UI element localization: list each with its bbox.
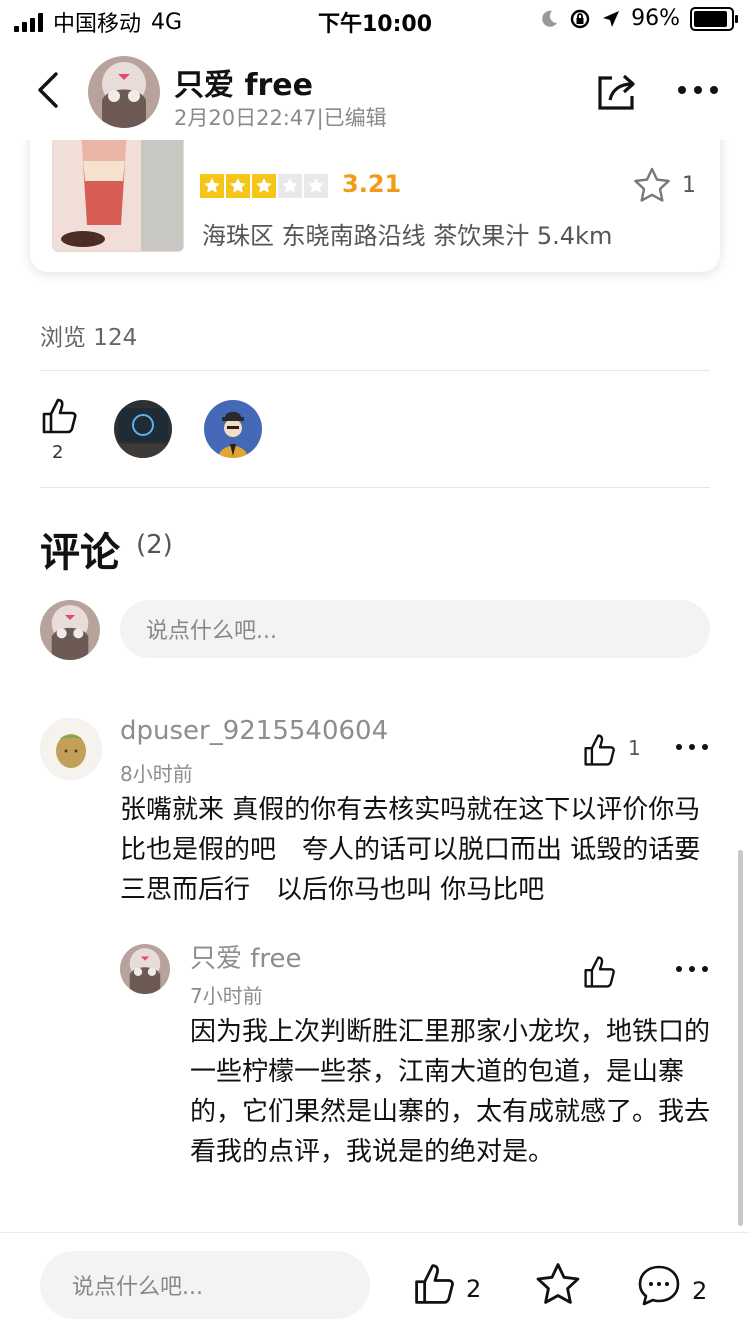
thumbs-up-icon[interactable] xyxy=(412,1261,458,1307)
like-count: 2 xyxy=(52,442,64,463)
bottom-like-count: 2 xyxy=(466,1275,482,1303)
shop-rating: 3.21 xyxy=(342,170,402,198)
comment-like-icon[interactable] xyxy=(582,732,618,768)
reply-avatar[interactable] xyxy=(120,944,170,994)
reply-like-icon[interactable] xyxy=(582,954,618,990)
thumbs-up-icon[interactable] xyxy=(40,396,80,436)
bottom-comment-count: 2 xyxy=(692,1277,708,1305)
reply-time: 7小时前 xyxy=(190,984,263,1008)
post-header: 只爱 free 2月20日22:47|已编辑 xyxy=(0,50,750,140)
rotation-lock-icon xyxy=(570,9,590,28)
liker-avatar[interactable] xyxy=(114,400,172,458)
favorite-star-icon[interactable] xyxy=(632,166,672,206)
star-icon xyxy=(252,174,276,198)
shop-stars xyxy=(200,174,328,198)
shop-info: 海珠区 东晓南路沿线 茶饮果汁 5.4km xyxy=(202,222,613,250)
star-icon xyxy=(304,174,328,198)
comments-title: 评论 xyxy=(40,530,120,576)
moon-icon xyxy=(542,10,558,27)
shop-image xyxy=(52,130,184,252)
star-icon xyxy=(200,174,224,198)
divider xyxy=(40,370,710,371)
post-meta: 2月20日22:47|已编辑 xyxy=(174,106,387,130)
scrollbar[interactable] xyxy=(738,850,743,1226)
bottom-comment-input[interactable]: 说点什么吧... xyxy=(40,1251,370,1319)
reply-more-icon[interactable] xyxy=(674,962,710,976)
author-avatar[interactable] xyxy=(88,56,160,128)
more-icon[interactable] xyxy=(674,80,722,100)
star-icon xyxy=(226,174,250,198)
comment-more-icon[interactable] xyxy=(674,740,710,754)
comments-count: (2) xyxy=(136,530,173,560)
reply-author[interactable]: 只爱 free xyxy=(190,938,302,975)
bottom-action-bar: 说点什么吧... 2 2 xyxy=(0,1232,750,1335)
comment-time: 8小时前 xyxy=(120,762,193,786)
comment-input[interactable]: 说点什么吧... xyxy=(120,600,710,658)
comment-bubble-icon[interactable] xyxy=(636,1263,682,1309)
status-bar: 中国移动 4G 下午10:00 96% xyxy=(0,0,750,40)
comment-text: 张嘴就来 真假的你有去核实吗就在这下以评价你马比也是假的吧 夸人的话可以脱口而出… xyxy=(120,795,701,905)
location-arrow-icon xyxy=(603,10,620,27)
commenter-avatar[interactable] xyxy=(40,718,102,780)
status-right: 96% xyxy=(539,6,738,31)
star-icon xyxy=(278,174,302,198)
back-icon[interactable] xyxy=(30,70,70,110)
view-count: 浏览 124 xyxy=(40,325,138,351)
current-user-avatar xyxy=(40,600,100,660)
reply-text: 因为我上次判断胜汇里那家小龙坎，地铁口的一些柠檬一些茶，江南大道的包道，是山寨的… xyxy=(190,1017,711,1167)
star-icon[interactable] xyxy=(534,1261,582,1309)
comment-like-count: 1 xyxy=(628,736,641,760)
author-name[interactable]: 只爱 free xyxy=(174,60,313,104)
share-icon[interactable] xyxy=(592,68,640,116)
commenter-name[interactable]: dpuser_9215540604 xyxy=(120,716,388,746)
favorite-count: 1 xyxy=(682,173,696,198)
battery-icon xyxy=(690,6,738,31)
divider xyxy=(40,487,710,488)
liker-avatar[interactable] xyxy=(204,400,262,458)
battery-percent: 96% xyxy=(631,6,680,31)
